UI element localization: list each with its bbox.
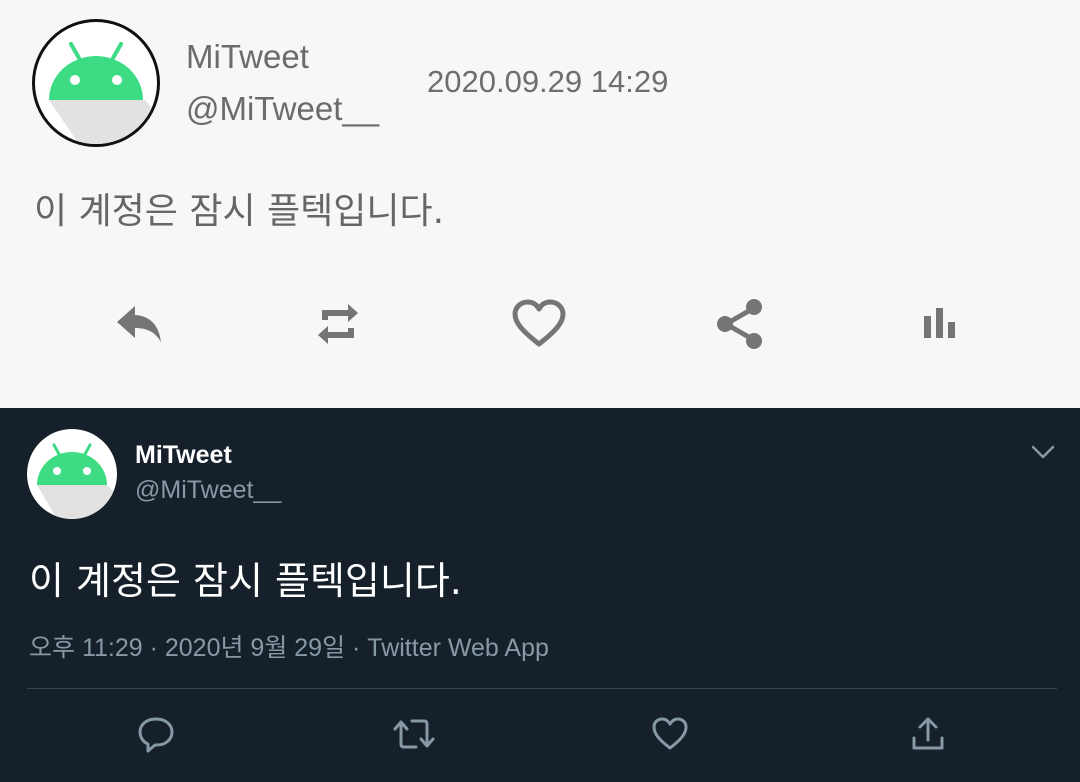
bar-chart-icon [924, 308, 955, 338]
like-button[interactable] [646, 710, 694, 758]
reply-button[interactable] [107, 292, 171, 356]
heart-icon [652, 717, 688, 750]
android-logo-icon [49, 42, 157, 144]
display-name[interactable]: MiTweet [135, 441, 232, 470]
display-name[interactable]: MiTweet [186, 38, 309, 76]
avatar[interactable] [27, 429, 117, 519]
retweet-button[interactable] [306, 292, 370, 356]
heart-icon [512, 299, 566, 347]
stats-button[interactable] [908, 292, 972, 356]
reply-icon [117, 306, 161, 342]
share-icon [717, 299, 762, 349]
android-logo-icon [37, 443, 117, 519]
user-handle[interactable]: @MiTweet__ [135, 476, 281, 505]
tweet-timestamp: 2020.09.29 14:29 [427, 64, 669, 99]
reply-button[interactable] [132, 710, 180, 758]
share-button[interactable] [708, 292, 772, 356]
user-handle[interactable]: @MiTweet__ [186, 90, 379, 128]
like-button[interactable] [507, 292, 571, 356]
upload-icon [912, 717, 944, 750]
more-options-button[interactable] [1028, 440, 1058, 464]
tweet-metadata[interactable]: 오후 11:29 · 2020년 9월 29일 · Twitter Web Ap… [29, 628, 549, 664]
tweet-actions [0, 292, 1080, 356]
retweet-icon [393, 719, 435, 749]
chevron-down-icon [1031, 445, 1055, 459]
dark-tweet-card: MiTweet @MiTweet__ 이 계정은 잠시 플텍입니다. 오후 11… [0, 408, 1080, 782]
share-button[interactable] [904, 710, 952, 758]
tweet-text: 이 계정은 잠시 플텍입니다. [34, 191, 445, 232]
retweet-icon [318, 304, 358, 344]
tweet-actions [0, 710, 1080, 760]
light-tweet-card: MiTweet @MiTweet__ 2020.09.29 14:29 이 계정… [0, 0, 1080, 408]
divider [27, 688, 1057, 689]
retweet-button[interactable] [390, 710, 438, 758]
tweet-text: 이 계정은 잠시 플텍입니다. [29, 559, 462, 603]
avatar[interactable] [32, 19, 160, 147]
speech-bubble-icon [138, 717, 174, 753]
